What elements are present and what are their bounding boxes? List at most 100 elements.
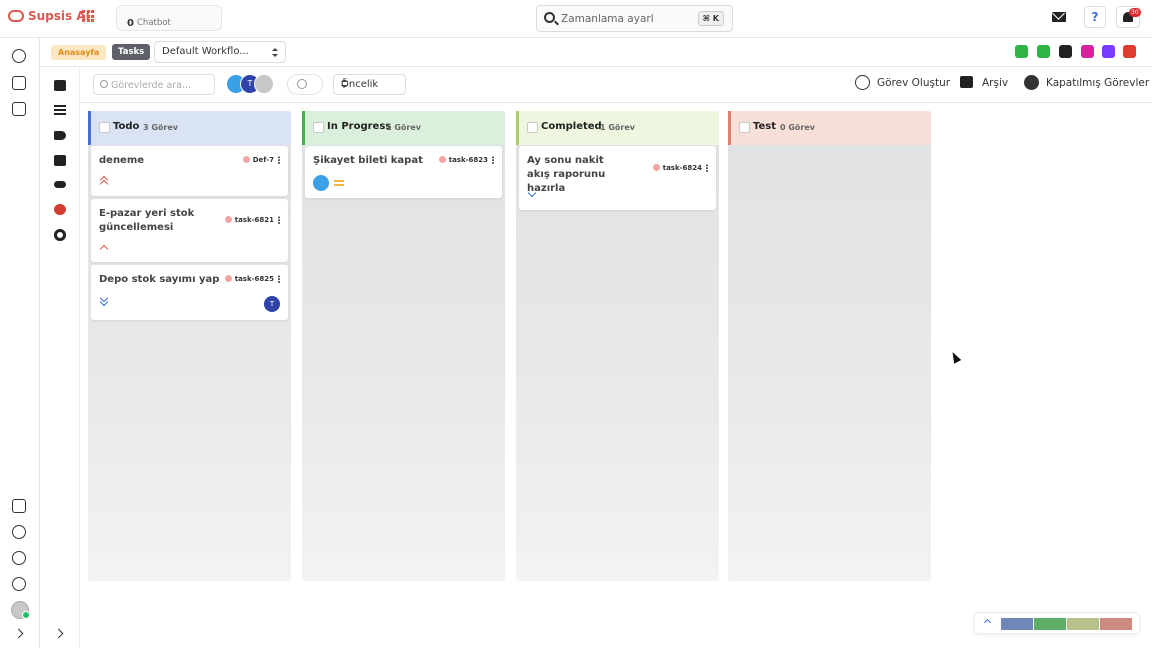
chat-icon[interactable] [12, 49, 26, 63]
kanban-icon[interactable] [54, 80, 66, 91]
column-title: Todo [113, 121, 140, 132]
messenger-icon[interactable] [1102, 45, 1115, 58]
task-id-text: task-6825 [234, 275, 274, 283]
column-accent [728, 111, 731, 145]
column-accent [88, 111, 91, 145]
column-title: In Progress [327, 121, 392, 132]
priority-select[interactable]: Öncelik [333, 74, 406, 95]
label-dot [224, 275, 232, 282]
archive-box-icon[interactable] [54, 155, 66, 166]
assignee-avatar[interactable]: T [264, 296, 280, 312]
more-icon[interactable] [492, 156, 494, 164]
expand-sidebar-icon[interactable] [13, 628, 24, 639]
priority-low-icon [527, 188, 538, 198]
avatar[interactable] [254, 74, 274, 94]
column-checkbox[interactable] [99, 122, 110, 133]
mail-icon[interactable] [1052, 12, 1066, 22]
task-card[interactable]: deneme Def-7 [91, 146, 288, 196]
alarm-clock-icon [297, 79, 307, 89]
widget-segment-eye[interactable] [1034, 618, 1066, 630]
breadcrumb-current[interactable]: Tasks [112, 44, 151, 60]
dashboard-icon[interactable] [12, 499, 26, 513]
assignee-avatar[interactable] [313, 175, 329, 191]
share-icon[interactable] [12, 525, 26, 539]
more-icon[interactable] [278, 275, 280, 283]
task-id-text: task-6821 [234, 216, 274, 224]
column-accent [516, 111, 519, 145]
board-toolbar: T Öncelik Görev Oluştur Arşiv Kapatılmış… [80, 67, 1152, 103]
task-id-text: task-6823 [448, 156, 488, 164]
tasks-sidebar [40, 67, 80, 648]
select-arrows-icon [272, 48, 278, 57]
apps-grid-icon[interactable] [82, 10, 94, 22]
history-icon[interactable] [12, 551, 26, 565]
global-search-input[interactable] [561, 10, 701, 28]
collapse-toggle-icon[interactable] [983, 618, 992, 627]
column-checkbox[interactable] [739, 122, 750, 133]
closed-tasks-label: Kapatılmış Görevler [1046, 77, 1150, 89]
column-count: 0 Görev [780, 123, 815, 132]
reminder-filter-button[interactable] [287, 74, 323, 95]
priority-high-icon [99, 243, 110, 254]
workflow-select[interactable]: Default Workflo... [154, 41, 286, 63]
widget-segment[interactable] [1100, 618, 1132, 630]
more-icon[interactable] [706, 164, 708, 172]
task-title: E-pazar yeri stok güncellemesi [99, 208, 195, 233]
task-card[interactable]: E-pazar yeri stok güncellemesi task-6821 [91, 199, 288, 262]
user-avatar[interactable] [11, 601, 30, 619]
help-button[interactable]: ? [1084, 6, 1106, 28]
search-shortcut: ⌘ K [697, 11, 724, 26]
task-card[interactable]: Şikayet bileti kapat task-6823 [305, 146, 502, 198]
priority-lowest-icon [99, 293, 110, 307]
task-title: Depo stok sayımı yap [99, 274, 220, 285]
label-dot [224, 216, 232, 223]
view-widget[interactable] [974, 612, 1140, 634]
archive-label: Arşiv [982, 77, 1009, 89]
more-icon[interactable] [278, 156, 280, 164]
task-search[interactable] [93, 74, 215, 95]
label-dot [652, 164, 660, 171]
column-title: Completed [541, 121, 602, 132]
breadcrumb-home[interactable]: Anasayfa [51, 45, 107, 60]
more-icon[interactable] [278, 216, 280, 224]
task-search-input[interactable] [111, 78, 211, 92]
settings-icon[interactable] [12, 577, 26, 591]
web-icon[interactable] [1123, 45, 1136, 58]
notifications-button[interactable]: 30 [1116, 6, 1141, 28]
create-task-button[interactable]: Görev Oluştur [855, 75, 950, 90]
chatbot-counter[interactable]: 0 Chatbot [116, 5, 222, 31]
collapse-panel-icon[interactable] [53, 628, 64, 639]
priority-medium-icon [334, 179, 345, 187]
closed-tasks-button[interactable]: Kapatılmış Görevler [1024, 75, 1150, 90]
tag-icon[interactable] [54, 131, 66, 140]
task-id-text: task-6824 [662, 164, 702, 172]
list-icon[interactable] [1037, 45, 1050, 58]
list-view-icon[interactable] [54, 105, 66, 116]
task-card[interactable]: Ay sonu nakit akış raporunu hazırla task… [519, 146, 716, 210]
widget-segment[interactable] [1001, 618, 1033, 630]
column-checkbox[interactable] [527, 122, 538, 133]
robot-icon[interactable] [1015, 45, 1028, 58]
task-title: deneme [99, 155, 145, 166]
integration-icon[interactable] [54, 204, 66, 215]
widget-segment[interactable] [1067, 618, 1099, 630]
column-test: Test 0 Görev [728, 111, 931, 581]
contacts-icon[interactable] [12, 76, 26, 90]
global-search[interactable]: ⌘ K [536, 5, 733, 32]
app-logo[interactable]: Supsis Ai [8, 9, 90, 23]
column-checkbox[interactable] [313, 122, 324, 133]
gear-icon[interactable] [54, 229, 66, 241]
instagram-icon[interactable] [1081, 45, 1094, 58]
app-name: Supsis Ai [28, 9, 90, 23]
logo-mark-icon [8, 10, 24, 22]
wifi-icon[interactable] [1059, 45, 1072, 58]
column-count: 3 Görev [143, 123, 178, 132]
archive-button[interactable]: Arşiv [960, 76, 1009, 89]
toggle-icon[interactable] [54, 181, 66, 188]
column-todo: Todo 3 Görev deneme Def-7 E-pazar yeri s… [88, 111, 291, 581]
breadcrumb: Anasayfa Tasks Default Workflo... [40, 38, 1152, 67]
archive-box-icon [960, 76, 973, 88]
column-header: Todo 3 Görev [88, 111, 291, 145]
task-card[interactable]: Depo stok sayımı yap task-6825 T [91, 265, 288, 320]
inbox-icon[interactable] [12, 102, 26, 116]
